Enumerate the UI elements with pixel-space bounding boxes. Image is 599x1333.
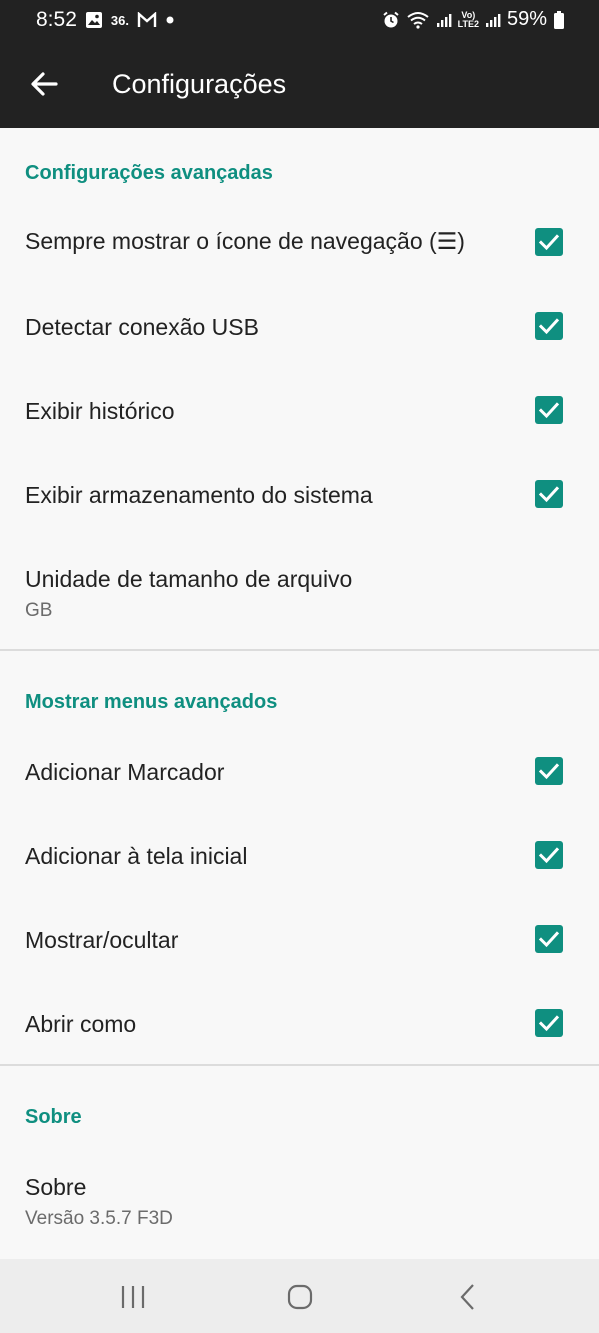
alarm-icon [382,11,400,29]
section-header-advanced-settings: Configurações avançadas [25,162,273,184]
setting-value: GB [25,600,53,621]
page-title: Configurações [112,69,287,99]
setting-label: Mostrar/ocultar [25,927,179,953]
signal-icon-2 [485,12,501,28]
setting-show-history[interactable]: Exibir histórico [0,368,599,452]
setting-label: Unidade de tamanho de arquivo [25,566,353,592]
setting-show-system-storage[interactable]: Exibir armazenamento do sistema [0,452,599,536]
setting-label: Exibir histórico [25,398,175,424]
check-icon [538,1015,560,1032]
check-icon [538,847,560,864]
back-icon [460,1284,474,1310]
checkbox-checked[interactable] [535,757,563,785]
section-divider [0,649,599,651]
recents-button[interactable] [117,1281,149,1313]
setting-open-as[interactable]: Abrir como [0,981,599,1065]
arrow-left-icon [31,72,58,96]
checkbox-checked[interactable] [535,396,563,424]
home-button[interactable] [284,1281,316,1313]
nav-back-button[interactable] [452,1281,484,1313]
section-header-advanced-menus: Mostrar menus avançados [25,691,278,713]
setting-label: Sempre mostrar o ícone de navegação (☰) [25,228,465,254]
setting-label: Adicionar à tela inicial [25,843,248,869]
dot-icon [165,15,175,25]
app-version: Versão 3.5.7 F3D [25,1208,173,1229]
check-icon [538,234,560,251]
check-icon [538,763,560,780]
signal-icon [436,12,452,28]
home-icon [287,1284,313,1310]
app-bar: Configurações [0,42,599,128]
check-icon [538,486,560,503]
setting-file-size-unit[interactable]: Unidade de tamanho de arquivo GB [0,536,599,646]
section-divider [0,1064,599,1066]
gmail-icon [137,12,157,28]
check-icon [538,931,560,948]
setting-label: Exibir armazenamento do sistema [25,482,373,508]
status-right: Vo) LTE2 59% [382,8,565,31]
checkbox-checked[interactable] [535,480,563,508]
battery-icon [553,10,565,30]
setting-add-to-home-screen[interactable]: Adicionar à tela inicial [0,813,599,897]
status-bar: 8:52 36. Vo) LTE2 59% [0,0,599,42]
status-time: 8:52 [36,8,77,31]
checkbox-checked[interactable] [535,841,563,869]
image-icon [85,11,103,29]
recents-icon [121,1286,145,1308]
section-header-about: Sobre [25,1106,82,1128]
setting-label: Detectar conexão USB [25,314,259,340]
check-icon [538,318,560,335]
checkbox-checked[interactable] [535,925,563,953]
checkbox-checked[interactable] [535,228,563,256]
setting-label: Sobre [25,1174,87,1200]
setting-about[interactable]: Sobre Versão 3.5.7 F3D [0,1144,599,1256]
wifi-icon [406,11,430,29]
checkbox-checked[interactable] [535,312,563,340]
battery-percent: 59% [506,8,547,30]
setting-add-bookmark[interactable]: Adicionar Marcador [0,729,599,813]
notification-badge: 36. [110,12,129,28]
system-nav-bar [0,1259,599,1333]
checkbox-checked[interactable] [535,1009,563,1037]
setting-always-show-nav-icon[interactable]: Sempre mostrar o ícone de navegação (☰) [0,200,599,284]
setting-label: Abrir como [25,1011,137,1037]
setting-label: Adicionar Marcador [25,759,225,785]
status-left: 8:52 36. [36,8,175,32]
back-button[interactable] [28,67,62,101]
volte-icon: Vo) LTE2 [457,10,479,29]
setting-show-hide[interactable]: Mostrar/ocultar [0,897,599,981]
lte-label: LTE2 [457,18,479,29]
check-icon [538,402,560,419]
setting-detect-usb[interactable]: Detectar conexão USB [0,284,599,368]
